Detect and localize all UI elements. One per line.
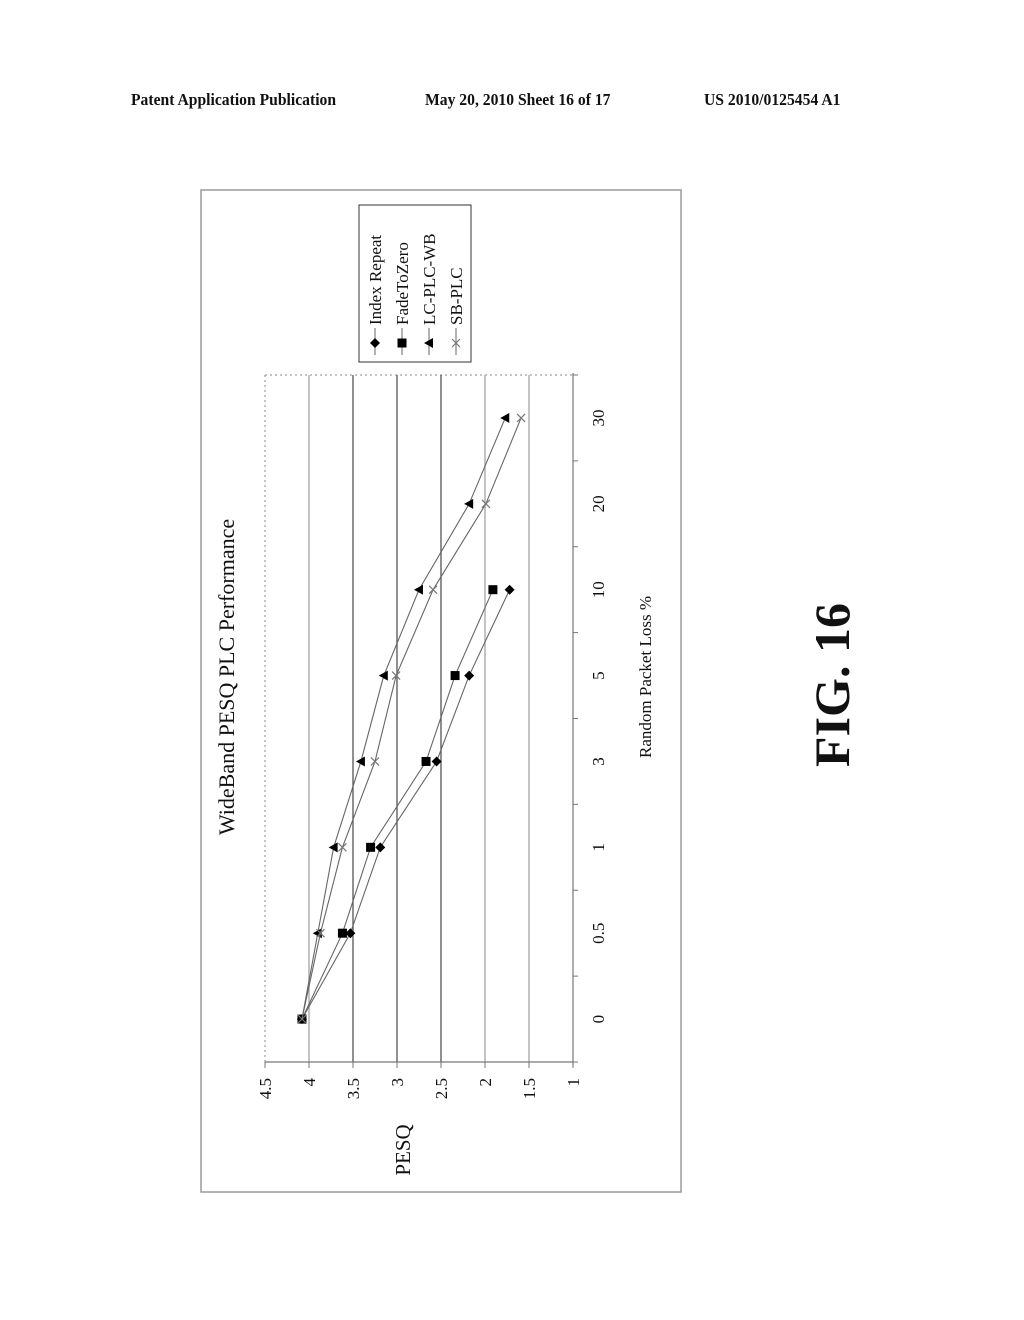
legend-label: LC-PLC-WB <box>420 233 439 325</box>
x-tick-label: 10 <box>589 581 608 598</box>
x-tick-label: 5 <box>589 671 608 680</box>
legend-label: SB-PLC <box>447 267 466 325</box>
legend-label: FadeToZero <box>393 242 412 325</box>
x-tick-label: 0 <box>589 1015 608 1024</box>
data-point <box>366 842 376 852</box>
x-tick-label: 20 <box>589 495 608 512</box>
y-tick-label: 3.5 <box>344 1078 363 1099</box>
data-point <box>450 671 460 681</box>
data-point <box>488 585 498 595</box>
chart-title: WideBand PESQ PLC Performance <box>214 519 239 835</box>
y-tick-label: 1.5 <box>520 1078 539 1099</box>
x-tick-label: 30 <box>589 409 608 426</box>
y-tick-label: 2 <box>476 1078 495 1087</box>
x-tick-label: 0.5 <box>589 923 608 944</box>
data-point <box>337 928 347 938</box>
data-point <box>421 756 431 766</box>
x-tick-label: 3 <box>589 757 608 766</box>
legend-marker <box>397 338 407 348</box>
y-tick-label: 4.5 <box>256 1078 275 1099</box>
y-axis-label: PESQ <box>391 1124 415 1175</box>
y-tick-label: 2.5 <box>432 1078 451 1099</box>
y-tick-label: 4 <box>300 1078 319 1087</box>
x-axis-label: Random Packet Loss % <box>636 596 655 758</box>
y-tick-label: 1 <box>564 1078 583 1087</box>
y-tick-label: 3 <box>388 1078 407 1087</box>
legend-label: Index Repeat <box>366 235 385 325</box>
x-tick-label: 1 <box>589 843 608 852</box>
pesq-chart: 4.5 4 3.5 3 2.5 2 1.5 1 0 0.5 1 3 5 10 20 30 WideBand … <box>200 189 682 1193</box>
legend: Index Repeat FadeToZero LC-PLC-WB SB-PLC <box>358 204 472 363</box>
figure-label: FIG. 16 <box>804 603 860 767</box>
